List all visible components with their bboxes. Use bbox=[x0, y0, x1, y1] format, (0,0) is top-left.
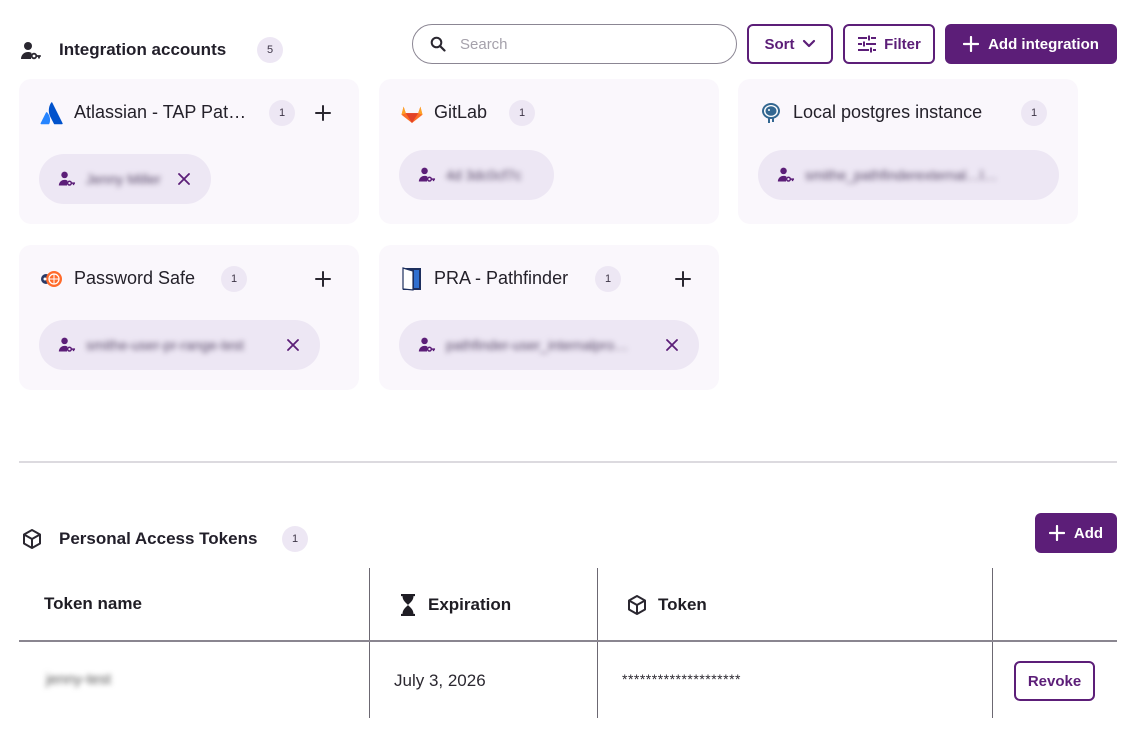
card-count-badge: 1 bbox=[1021, 100, 1047, 126]
account-chip[interactable]: smithe_pathfinderexternal…l… bbox=[758, 150, 1059, 200]
tokens-title: Personal Access Tokens bbox=[59, 529, 258, 548]
password-safe-logo-icon bbox=[39, 266, 65, 292]
search-box[interactable] bbox=[412, 24, 737, 64]
remove-account-close-icon[interactable] bbox=[663, 336, 681, 354]
account-chip[interactable]: 4d 3dc0cf7c bbox=[399, 150, 554, 200]
integration-card-pra: PRA - Pathfinder 1 pathfinder-user_inter… bbox=[379, 245, 719, 390]
atlassian-logo-icon bbox=[39, 100, 65, 126]
hourglass-icon bbox=[398, 594, 418, 616]
account-name: smithe-user-pr-range-test bbox=[86, 337, 244, 353]
card-name: GitLab bbox=[434, 102, 488, 122]
remove-account-close-icon[interactable] bbox=[175, 170, 193, 188]
token-cube-icon bbox=[21, 528, 43, 550]
account-chip[interactable]: smithe-user-pr-range-test bbox=[39, 320, 320, 370]
account-name: pathfinder-user_internalpro… bbox=[446, 337, 629, 353]
column-header-label: Expiration bbox=[428, 595, 512, 614]
column-header-label: Token bbox=[658, 595, 707, 614]
filter-sliders-icon bbox=[857, 35, 877, 53]
column-header-label: Token name bbox=[44, 594, 142, 613]
integrations-title: Integration accounts bbox=[59, 40, 227, 59]
revoke-button[interactable]: Revoke bbox=[1014, 661, 1095, 701]
token-value-cell: ******************** bbox=[622, 671, 741, 687]
account-name: 4d 3dc0cf7c bbox=[446, 167, 522, 183]
tokens-count-badge: 1 bbox=[282, 526, 308, 552]
column-header-expiration[interactable]: Expiration bbox=[398, 594, 511, 616]
account-key-icon bbox=[418, 166, 436, 184]
account-key-icon bbox=[777, 166, 795, 184]
search-icon bbox=[430, 36, 446, 52]
card-name: Password Safe bbox=[74, 268, 196, 288]
add-account-plus-icon[interactable] bbox=[311, 267, 335, 291]
column-divider bbox=[369, 568, 370, 718]
card-count-badge: 1 bbox=[595, 266, 621, 292]
postgres-elephant-icon bbox=[758, 100, 784, 126]
integration-card-gitlab: GitLab 1 4d 3dc0cf7c bbox=[379, 79, 719, 224]
card-count-badge: 1 bbox=[221, 266, 247, 292]
account-name: Jenny Miller bbox=[86, 171, 161, 187]
account-key-icon bbox=[20, 40, 42, 62]
chevron-down-icon bbox=[802, 39, 816, 49]
account-key-icon bbox=[58, 170, 76, 188]
integration-card-atlassian: Atlassian - TAP Pat… 1 Jenny Miller bbox=[19, 79, 359, 224]
pra-door-icon bbox=[399, 266, 425, 292]
column-header-token-name[interactable]: Token name bbox=[44, 594, 142, 614]
card-name: Atlassian - TAP Pat… bbox=[74, 102, 247, 122]
card-count-badge: 1 bbox=[509, 100, 535, 126]
column-header-token[interactable]: Token bbox=[626, 594, 707, 616]
account-key-icon bbox=[418, 336, 436, 354]
integration-card-password-safe: Password Safe 1 smithe-user-pr-range-tes… bbox=[19, 245, 359, 390]
integrations-count-badge: 5 bbox=[257, 37, 283, 63]
token-name-cell: jenny-test bbox=[46, 671, 112, 688]
remove-account-close-icon[interactable] bbox=[284, 336, 302, 354]
add-integration-button[interactable]: Add integration bbox=[945, 24, 1117, 64]
table-header-divider bbox=[19, 640, 1117, 642]
search-input[interactable] bbox=[460, 35, 700, 53]
add-token-label: Add bbox=[1073, 524, 1104, 542]
card-name: Local postgres instance bbox=[793, 102, 983, 122]
expiration-cell: July 3, 2026 bbox=[394, 671, 486, 690]
add-account-plus-icon[interactable] bbox=[311, 101, 335, 125]
account-chip[interactable]: Jenny Miller bbox=[39, 154, 211, 204]
plus-icon bbox=[963, 36, 980, 52]
card-name: PRA - Pathfinder bbox=[434, 268, 569, 288]
add-account-plus-icon[interactable] bbox=[671, 267, 695, 291]
section-divider bbox=[19, 461, 1117, 463]
add-token-button[interactable]: Add bbox=[1035, 513, 1117, 553]
add-integration-label: Add integration bbox=[988, 35, 1099, 53]
column-divider bbox=[992, 568, 993, 718]
filter-label: Filter bbox=[884, 35, 921, 53]
sort-button[interactable]: Sort bbox=[747, 24, 833, 64]
sort-label: Sort bbox=[764, 35, 795, 53]
account-name: smithe_pathfinderexternal…l… bbox=[805, 167, 998, 183]
account-chip[interactable]: pathfinder-user_internalpro… bbox=[399, 320, 699, 370]
card-count-badge: 1 bbox=[269, 100, 295, 126]
integration-card-postgres: Local postgres instance 1 smithe_pathfin… bbox=[738, 79, 1078, 224]
plus-icon bbox=[1048, 525, 1065, 541]
token-cube-icon bbox=[626, 594, 648, 616]
gitlab-logo-icon bbox=[399, 100, 425, 126]
column-divider bbox=[597, 568, 598, 718]
filter-button[interactable]: Filter bbox=[843, 24, 935, 64]
account-key-icon bbox=[58, 336, 76, 354]
